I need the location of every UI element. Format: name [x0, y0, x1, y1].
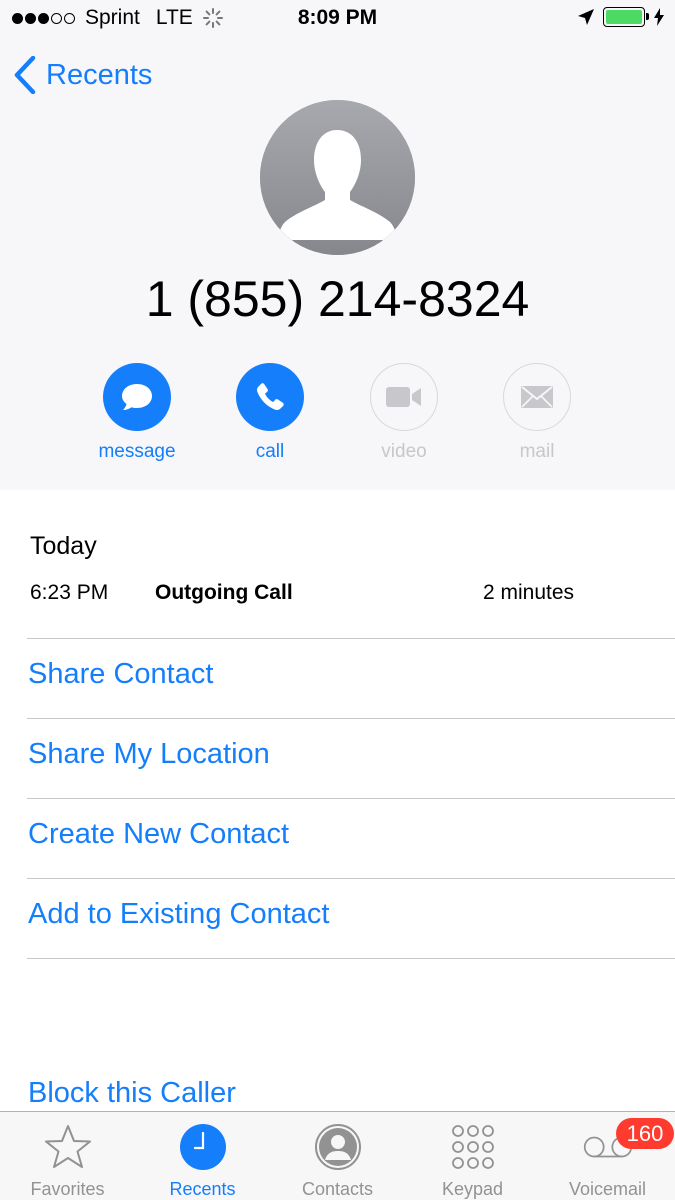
- video-button[interactable]: video: [349, 363, 459, 463]
- back-button[interactable]: Recents: [14, 56, 152, 94]
- message-button[interactable]: message: [82, 363, 192, 463]
- message-bubble-icon: [122, 384, 152, 410]
- status-bar: Sprint LTE 8:09 PM: [0, 0, 675, 38]
- person-icon: [314, 1124, 361, 1170]
- keypad-icon: [451, 1125, 494, 1169]
- phone-icon: [257, 383, 284, 410]
- call-button[interactable]: call: [215, 363, 325, 463]
- share-contact-link[interactable]: Share Contact: [28, 658, 213, 691]
- share-location-link[interactable]: Share My Location: [28, 738, 270, 771]
- video-camera-icon: [386, 387, 421, 407]
- call-label: call: [255, 441, 285, 462]
- phone-number: 1 (855) 214-8324: [145, 271, 530, 327]
- back-label: Recents: [46, 58, 153, 91]
- contact-avatar: [260, 100, 415, 255]
- divider: [27, 718, 675, 719]
- contact-actions: message call video mail: [0, 363, 675, 473]
- history-section-title: Today: [30, 532, 97, 560]
- battery-icon: [603, 7, 649, 27]
- divider: [27, 798, 675, 799]
- divider: [27, 958, 675, 959]
- divider: [27, 638, 675, 639]
- tab-voicemail-label: Voicemail: [568, 1179, 647, 1199]
- location-arrow-icon: [578, 9, 594, 25]
- clock-icon: [179, 1124, 226, 1170]
- add-existing-contact-link[interactable]: Add to Existing Contact: [28, 898, 329, 931]
- video-label: video: [381, 441, 427, 462]
- voicemail-badge: 160: [616, 1118, 674, 1149]
- call-time: 6:23 PM: [30, 581, 109, 604]
- call-type: Outgoing Call: [155, 581, 293, 604]
- star-icon: [44, 1125, 91, 1168]
- tab-recents[interactable]: Recents: [135, 1112, 270, 1200]
- tab-contacts-label: Contacts: [301, 1179, 374, 1199]
- tab-keypad-label: Keypad: [441, 1179, 504, 1199]
- person-silhouette-icon: [260, 100, 415, 255]
- mail-label: mail: [519, 441, 555, 462]
- mail-envelope-icon: [521, 386, 553, 408]
- charging-bolt-icon: [654, 8, 664, 26]
- message-label: message: [98, 441, 176, 462]
- tab-keypad[interactable]: Keypad: [405, 1112, 540, 1200]
- mail-button[interactable]: mail: [482, 363, 592, 463]
- tab-recents-label: Recents: [169, 1179, 236, 1199]
- create-contact-link[interactable]: Create New Contact: [28, 818, 289, 851]
- tab-favorites-label: Favorites: [30, 1179, 105, 1199]
- tab-contacts[interactable]: Contacts: [270, 1112, 405, 1200]
- chevron-left-icon: [14, 56, 36, 94]
- divider: [27, 878, 675, 879]
- tab-favorites[interactable]: Favorites: [0, 1112, 135, 1200]
- status-time: 8:09 PM: [297, 6, 378, 29]
- call-duration: 2 minutes: [483, 581, 575, 604]
- block-caller-link[interactable]: Block this Caller: [28, 1077, 236, 1110]
- tab-bar: Favorites Recents Contacts Keypad Voicem…: [0, 1111, 675, 1200]
